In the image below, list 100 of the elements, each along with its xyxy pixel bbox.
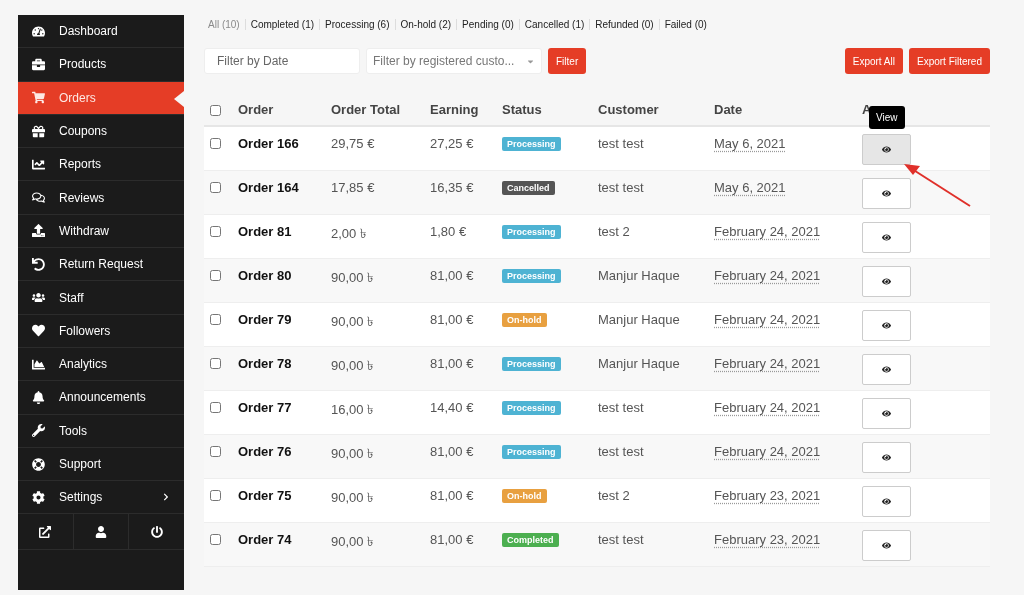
eye-icon: [882, 277, 891, 286]
sidebar-item[interactable]: Analytics: [18, 347, 184, 382]
order-link[interactable]: Order 77: [238, 400, 331, 415]
order-link[interactable]: Order 75: [238, 488, 331, 503]
cart-icon: [32, 91, 45, 105]
eye-icon: [882, 541, 891, 550]
row-checkbox[interactable]: [210, 226, 221, 237]
view-button[interactable]: [862, 266, 911, 297]
status-tab[interactable]: Processing (6): [319, 18, 395, 30]
order-total: 90,00 ৳: [331, 533, 375, 551]
gauge-icon: [32, 24, 45, 38]
customer-name: Manjur Haque: [598, 312, 681, 327]
sidebar-item[interactable]: Coupons: [18, 114, 184, 149]
sidebar-item[interactable]: Tools: [18, 414, 184, 448]
order-date: May 6, 2021: [714, 136, 787, 151]
sidebar-item[interactable]: Announcements: [18, 381, 184, 415]
customer-name: Manjur Haque: [598, 356, 681, 371]
status-tab[interactable]: Failed (0): [658, 18, 712, 30]
view-button[interactable]: [862, 178, 911, 209]
order-link[interactable]: Order 74: [238, 532, 331, 547]
date-filter-field[interactable]: Filter by Date: [204, 48, 360, 74]
sidebar-item[interactable]: Dashboard: [18, 15, 184, 49]
customer-name: test test: [598, 400, 645, 415]
row-checkbox[interactable]: [210, 270, 221, 281]
customer-name: test test: [598, 532, 645, 547]
eye-icon: [882, 145, 891, 154]
sidebar-item[interactable]: Withdraw: [18, 214, 184, 249]
sidebar-item[interactable]: Products: [18, 48, 184, 82]
status-badge: Completed: [502, 533, 559, 547]
view-button[interactable]: [862, 442, 911, 473]
sidebar-item[interactable]: Settings: [18, 481, 184, 515]
earning: 27,25 €: [430, 136, 475, 151]
earning: 81,00 €: [430, 312, 475, 327]
order-date: February 24, 2021: [714, 444, 822, 459]
view-button[interactable]: [862, 486, 911, 517]
order-date: May 6, 2021: [714, 180, 787, 195]
order-link[interactable]: Order 78: [238, 356, 331, 371]
status-tab[interactable]: On-hold (2): [394, 18, 457, 30]
sidebar-item[interactable]: Followers: [18, 314, 184, 348]
export-button[interactable]: Export Filtered: [908, 48, 990, 74]
column-header: Order Total: [331, 102, 402, 117]
status-tab[interactable]: Completed (1): [244, 18, 320, 30]
sidebar-item[interactable]: Return Request: [18, 248, 184, 282]
customer-filter-select[interactable]: Filter by registered custo...: [366, 48, 542, 74]
order-date: February 24, 2021: [714, 312, 822, 327]
view-button[interactable]: [862, 222, 911, 253]
filter-button[interactable]: Filter: [548, 48, 587, 74]
order-total: 17,85 €: [331, 180, 376, 195]
heart-icon: [32, 324, 45, 338]
sidebar-item[interactable]: Staff: [18, 281, 184, 315]
customer-name: test test: [598, 136, 645, 151]
row-checkbox[interactable]: [210, 490, 221, 501]
export-button[interactable]: Export All: [844, 48, 903, 74]
bell-icon: [32, 390, 45, 404]
column-header: Status: [502, 102, 543, 117]
view-button[interactable]: [862, 134, 911, 165]
power-icon: [150, 525, 163, 538]
customer-name: Manjur Haque: [598, 268, 681, 283]
view-button[interactable]: [862, 310, 911, 341]
gift-icon: [32, 124, 45, 138]
earning: 81,00 €: [430, 444, 475, 459]
earning: 14,40 €: [430, 400, 475, 415]
select-all-checkbox[interactable]: [210, 105, 221, 116]
status-badge: Processing: [502, 137, 561, 151]
row-checkbox[interactable]: [210, 182, 221, 193]
settings-icon: [32, 490, 45, 504]
row-checkbox[interactable]: [210, 138, 221, 149]
order-date: February 24, 2021: [714, 400, 822, 415]
row-checkbox[interactable]: [210, 314, 221, 325]
order-total: 2,00 ৳: [331, 225, 367, 243]
sidebar-item[interactable]: Reviews: [18, 181, 184, 215]
order-link[interactable]: Order 76: [238, 444, 331, 459]
status-tab[interactable]: Pending (0): [456, 18, 519, 30]
view-button[interactable]: [862, 530, 911, 561]
order-link[interactable]: Order 79: [238, 312, 331, 327]
order-link[interactable]: Order 81: [238, 224, 331, 239]
sidebar-item[interactable]: Support: [18, 447, 184, 482]
sidebar-item[interactable]: Reports: [18, 148, 184, 182]
row-checkbox[interactable]: [210, 446, 221, 457]
customer-name: test test: [598, 444, 645, 459]
order-link[interactable]: Order 164: [238, 180, 331, 195]
order-total: 90,00 ৳: [331, 445, 375, 463]
status-tab[interactable]: Refunded (0): [589, 18, 659, 30]
order-total: 90,00 ৳: [331, 269, 375, 287]
order-link[interactable]: Order 166: [238, 136, 331, 151]
view-button[interactable]: [862, 354, 911, 385]
eye-icon: [882, 365, 891, 374]
view-button[interactable]: [862, 398, 911, 429]
row-checkbox[interactable]: [210, 358, 221, 369]
eye-icon: [882, 321, 891, 330]
status-badge: Cancelled: [502, 181, 555, 195]
row-checkbox[interactable]: [210, 534, 221, 545]
eye-icon: [882, 497, 891, 506]
sidebar-item[interactable]: Orders: [18, 81, 184, 115]
row-checkbox[interactable]: [210, 402, 221, 413]
status-tab[interactable]: Cancelled (1): [518, 18, 590, 30]
order-link[interactable]: Order 80: [238, 268, 331, 283]
briefcase-icon: [32, 57, 45, 71]
eye-icon: [882, 409, 891, 418]
status-badge: On-hold: [502, 489, 547, 503]
